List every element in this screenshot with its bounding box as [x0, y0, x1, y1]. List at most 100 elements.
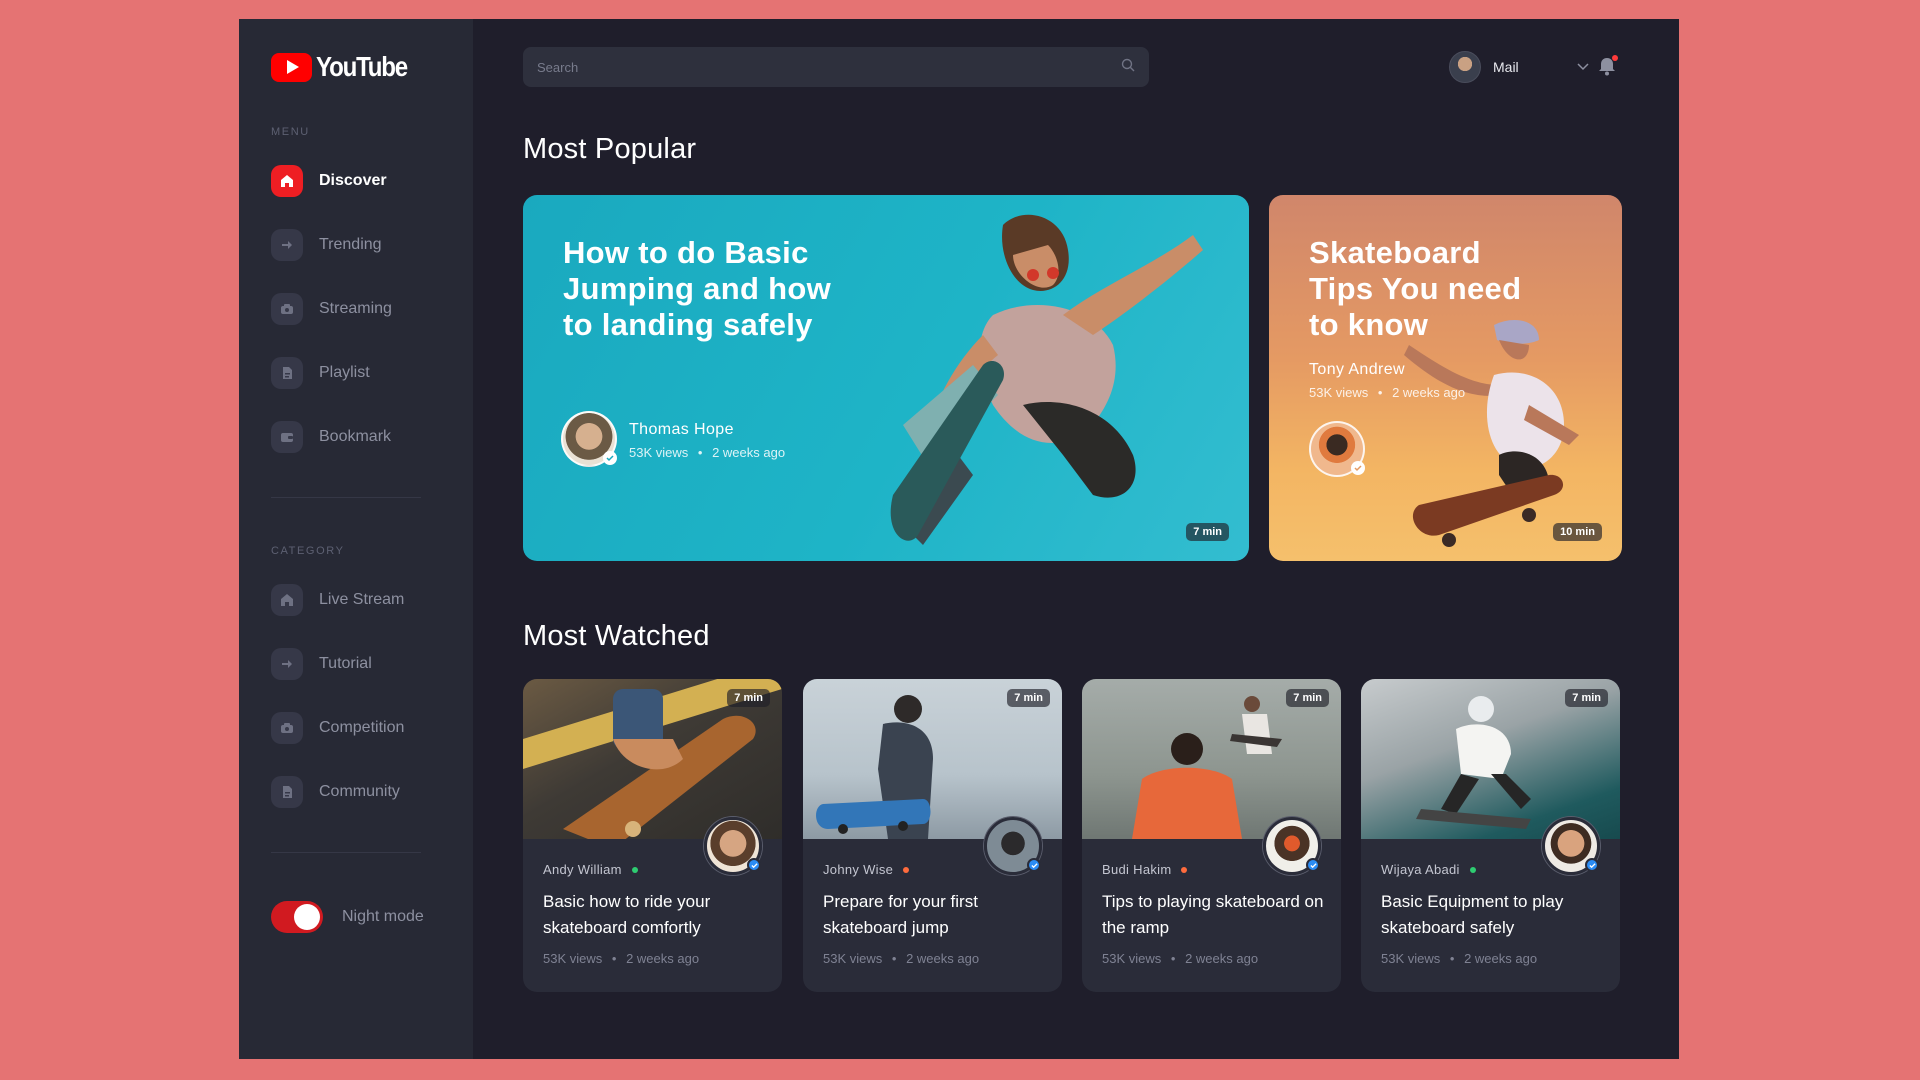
verified-icon	[1585, 858, 1599, 872]
category-section-label: CATEGORY	[271, 545, 345, 557]
author-name[interactable]: Budi Hakim	[1102, 862, 1188, 877]
sidebar-item-label: Tutorial	[319, 655, 372, 672]
sidebar-item-tutorial[interactable]: Tutorial	[271, 648, 372, 680]
author-name[interactable]: Andy William	[543, 862, 638, 877]
video-meta: 53K views • 2 weeks ago	[629, 445, 785, 460]
meta-separator: •	[1377, 385, 1383, 400]
search-icon[interactable]	[1121, 58, 1135, 77]
logo-text: YouTube	[316, 51, 408, 82]
document-icon	[271, 357, 303, 389]
author-name[interactable]: Tony Andrew	[1309, 361, 1405, 379]
sidebar-item-trending[interactable]: Trending	[271, 229, 382, 261]
video-meta: 53K views • 2 weeks ago	[1102, 951, 1258, 966]
sidebar-item-label: Community	[319, 783, 400, 800]
skateboarder-image	[890, 214, 1203, 545]
chevron-down-icon	[1577, 58, 1589, 76]
search-bar	[523, 47, 1149, 87]
author-name[interactable]: Johny Wise	[823, 862, 910, 877]
sidebar-item-label: Playlist	[319, 364, 370, 381]
view-count: 53K views	[629, 445, 689, 460]
youtube-logo[interactable]: YouTube	[271, 51, 422, 83]
sidebar-divider	[271, 497, 421, 498]
video-meta: 53K views • 2 weeks ago	[543, 951, 699, 966]
document-icon	[271, 776, 303, 808]
author-name-text: Andy William	[543, 862, 622, 877]
user-name: Mail	[1493, 59, 1519, 75]
sidebar-item-competition[interactable]: Competition	[271, 712, 404, 744]
view-count: 53K views	[1381, 951, 1441, 966]
video-meta: 53K views • 2 weeks ago	[1309, 385, 1465, 400]
arrow-right-icon	[271, 648, 303, 680]
author-avatar[interactable]	[1309, 421, 1365, 477]
sidebar-item-playlist[interactable]: Playlist	[271, 357, 370, 389]
meta-separator: •	[1449, 951, 1455, 966]
meta-separator: •	[891, 951, 897, 966]
featured-video-card[interactable]: How to do Basic Jumping and how to landi…	[523, 195, 1249, 561]
home-icon	[271, 584, 303, 616]
search-input[interactable]	[537, 59, 1097, 75]
verified-icon	[603, 451, 617, 465]
view-count: 53K views	[1102, 951, 1162, 966]
video-title[interactable]: Basic how to ride your skateboard comfor…	[543, 889, 768, 941]
sidebar-item-label: Bookmark	[319, 428, 392, 445]
camera-icon	[271, 712, 303, 744]
menu-section-label: MENU	[271, 126, 310, 138]
author-name[interactable]: Thomas Hope	[629, 421, 734, 439]
sidebar-item-bookmark[interactable]: Bookmark	[271, 421, 391, 453]
arrow-right-icon	[271, 229, 303, 261]
sidebar-item-streaming[interactable]: Streaming	[271, 293, 392, 325]
user-menu[interactable]: Mail	[1449, 51, 1589, 83]
sidebar-divider	[271, 852, 421, 853]
sidebar-item-label: Live Stream	[319, 591, 405, 608]
online-status-dot	[631, 866, 638, 873]
upload-age: 2 weeks ago	[1464, 951, 1538, 966]
main-content: Mail Most Popular	[473, 19, 1679, 1059]
video-card[interactable]: 7 min Budi Hakim Tips to playing skatebo…	[1082, 679, 1341, 992]
view-count: 53K views	[823, 951, 883, 966]
away-status-dot	[903, 866, 910, 873]
most-popular-title: Most Popular	[523, 133, 697, 165]
night-mode-label: Night mode	[342, 908, 424, 925]
avatar	[1449, 51, 1481, 83]
sidebar-item-label: Trending	[319, 236, 382, 253]
video-title[interactable]: Prepare for your first skateboard jump	[823, 889, 1048, 941]
camera-icon	[271, 293, 303, 325]
video-card[interactable]: 7 min Johny Wise Prepare for your first …	[803, 679, 1062, 992]
night-mode-toggle[interactable]	[271, 901, 323, 933]
notification-bell-icon[interactable]	[1597, 55, 1621, 79]
video-meta: 53K views • 2 weeks ago	[1381, 951, 1537, 966]
duration-badge: 10 min	[1553, 523, 1602, 541]
author-avatar[interactable]	[1263, 817, 1321, 875]
notification-dot	[1612, 55, 1618, 61]
view-count: 53K views	[1309, 385, 1369, 400]
author-name[interactable]: Wijaya Abadi	[1381, 862, 1476, 877]
hero-title: How to do Basic Jumping and how to landi…	[563, 235, 831, 342]
sidebar-item-community[interactable]: Community	[271, 776, 400, 808]
meta-separator: •	[1170, 951, 1176, 966]
app-window: YouTube MENU Discover Trending Streaming	[239, 19, 1679, 1059]
author-avatar[interactable]	[704, 817, 762, 875]
toggle-knob	[294, 904, 320, 930]
author-avatar[interactable]	[561, 411, 617, 467]
video-title[interactable]: Basic Equipment to play skateboard safel…	[1381, 889, 1606, 941]
video-card[interactable]: 7 min Wijaya Abadi Basic Equipment to pl…	[1361, 679, 1620, 992]
sidebar-item-discover[interactable]: Discover	[271, 165, 387, 197]
duration-badge: 7 min	[1565, 689, 1608, 707]
featured-video-card[interactable]: Skateboard Tips You need to know Tony An…	[1269, 195, 1622, 561]
author-avatar[interactable]	[1542, 817, 1600, 875]
sidebar-item-label: Discover	[319, 172, 387, 189]
verified-icon	[1306, 858, 1320, 872]
author-name-text: Wijaya Abadi	[1381, 862, 1460, 877]
home-icon	[271, 165, 303, 197]
hero-title: Skateboard Tips You need to know	[1309, 235, 1522, 342]
wallet-icon	[271, 421, 303, 453]
sidebar-item-label: Competition	[319, 719, 405, 736]
sidebar-item-label: Streaming	[319, 300, 392, 317]
video-card[interactable]: 7 min Andy William Basic how to ride you…	[523, 679, 782, 992]
video-title[interactable]: Tips to playing skateboard on the ramp	[1102, 889, 1327, 941]
video-meta: 53K views • 2 weeks ago	[823, 951, 979, 966]
author-name-text: Johny Wise	[823, 862, 894, 877]
duration-badge: 7 min	[1007, 689, 1050, 707]
author-avatar[interactable]	[984, 817, 1042, 875]
sidebar-item-live-stream[interactable]: Live Stream	[271, 584, 404, 616]
